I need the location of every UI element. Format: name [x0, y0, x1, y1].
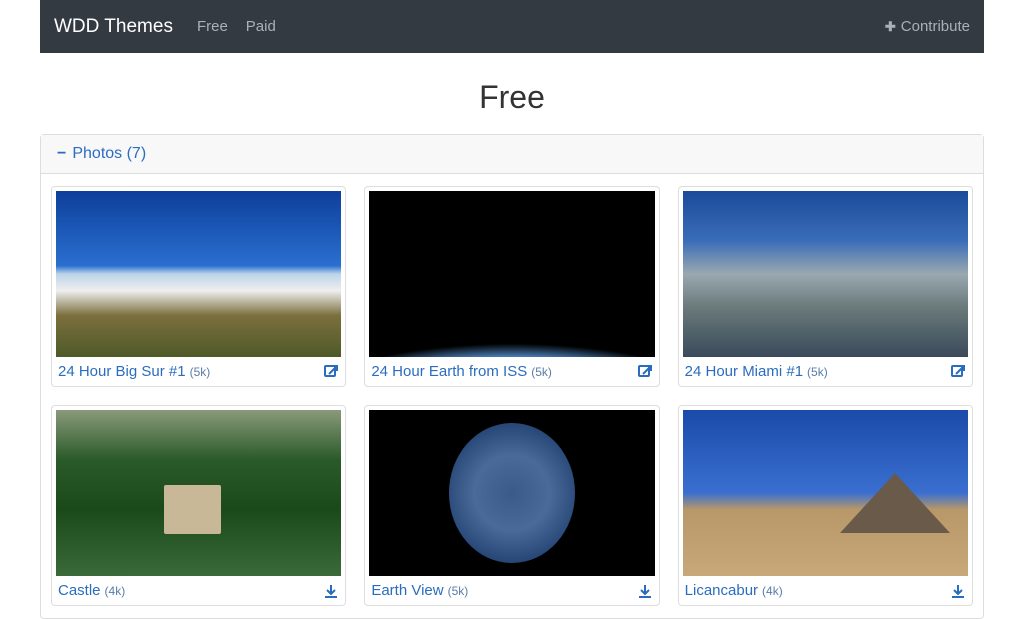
thumbnail[interactable] [683, 191, 968, 357]
download-icon[interactable] [637, 583, 653, 599]
card-resolution: (5k) [190, 365, 211, 379]
card-resolution: (4k) [762, 584, 783, 598]
card-title[interactable]: Earth View [371, 582, 443, 599]
brand[interactable]: WDD Themes [54, 16, 173, 38]
thumbnail[interactable] [369, 191, 654, 357]
card: Earth View (5k) [364, 405, 659, 606]
card: Licancabur (4k) [678, 405, 973, 606]
navbar: WDD Themes Free Paid ✚ Contribute [40, 0, 984, 53]
card-title[interactable]: Castle [58, 582, 101, 599]
panel-header-text: Photos (7) [72, 145, 146, 163]
download-icon[interactable] [323, 583, 339, 599]
card: 24 Hour Earth from ISS (5k) [364, 186, 659, 387]
contribute-button[interactable]: ✚ Contribute [885, 18, 970, 35]
card-resolution: (5k) [531, 365, 552, 379]
card-resolution: (5k) [448, 584, 469, 598]
thumbnail[interactable] [56, 410, 341, 576]
plus-icon: ✚ [885, 19, 896, 35]
card-resolution: (4k) [105, 584, 126, 598]
card-title[interactable]: 24 Hour Earth from ISS [371, 363, 527, 380]
card-title[interactable]: 24 Hour Big Sur #1 [58, 363, 186, 380]
card: 24 Hour Miami #1 (5k) [678, 186, 973, 387]
panel: − Photos (7) 24 Hour Big Sur #1 (5k) 24 … [40, 134, 984, 619]
thumbnail[interactable] [369, 410, 654, 576]
download-icon[interactable] [950, 583, 966, 599]
card-title[interactable]: Licancabur [685, 582, 758, 599]
thumbnail[interactable] [683, 410, 968, 576]
card-title[interactable]: 24 Hour Miami #1 [685, 363, 803, 380]
minus-icon: − [57, 145, 66, 163]
contribute-label: Contribute [901, 18, 970, 35]
external-link-icon[interactable] [950, 364, 966, 380]
page-title: Free [0, 79, 1024, 116]
nav-link-paid[interactable]: Paid [246, 18, 276, 35]
grid: 24 Hour Big Sur #1 (5k) 24 Hour Earth fr… [41, 174, 983, 618]
card: Castle (4k) [51, 405, 346, 606]
card: 24 Hour Big Sur #1 (5k) [51, 186, 346, 387]
external-link-icon[interactable] [637, 364, 653, 380]
nav-link-free[interactable]: Free [197, 18, 228, 35]
panel-header-toggle[interactable]: − Photos (7) [41, 135, 983, 174]
external-link-icon[interactable] [323, 364, 339, 380]
thumbnail[interactable] [56, 191, 341, 357]
card-resolution: (5k) [807, 365, 828, 379]
